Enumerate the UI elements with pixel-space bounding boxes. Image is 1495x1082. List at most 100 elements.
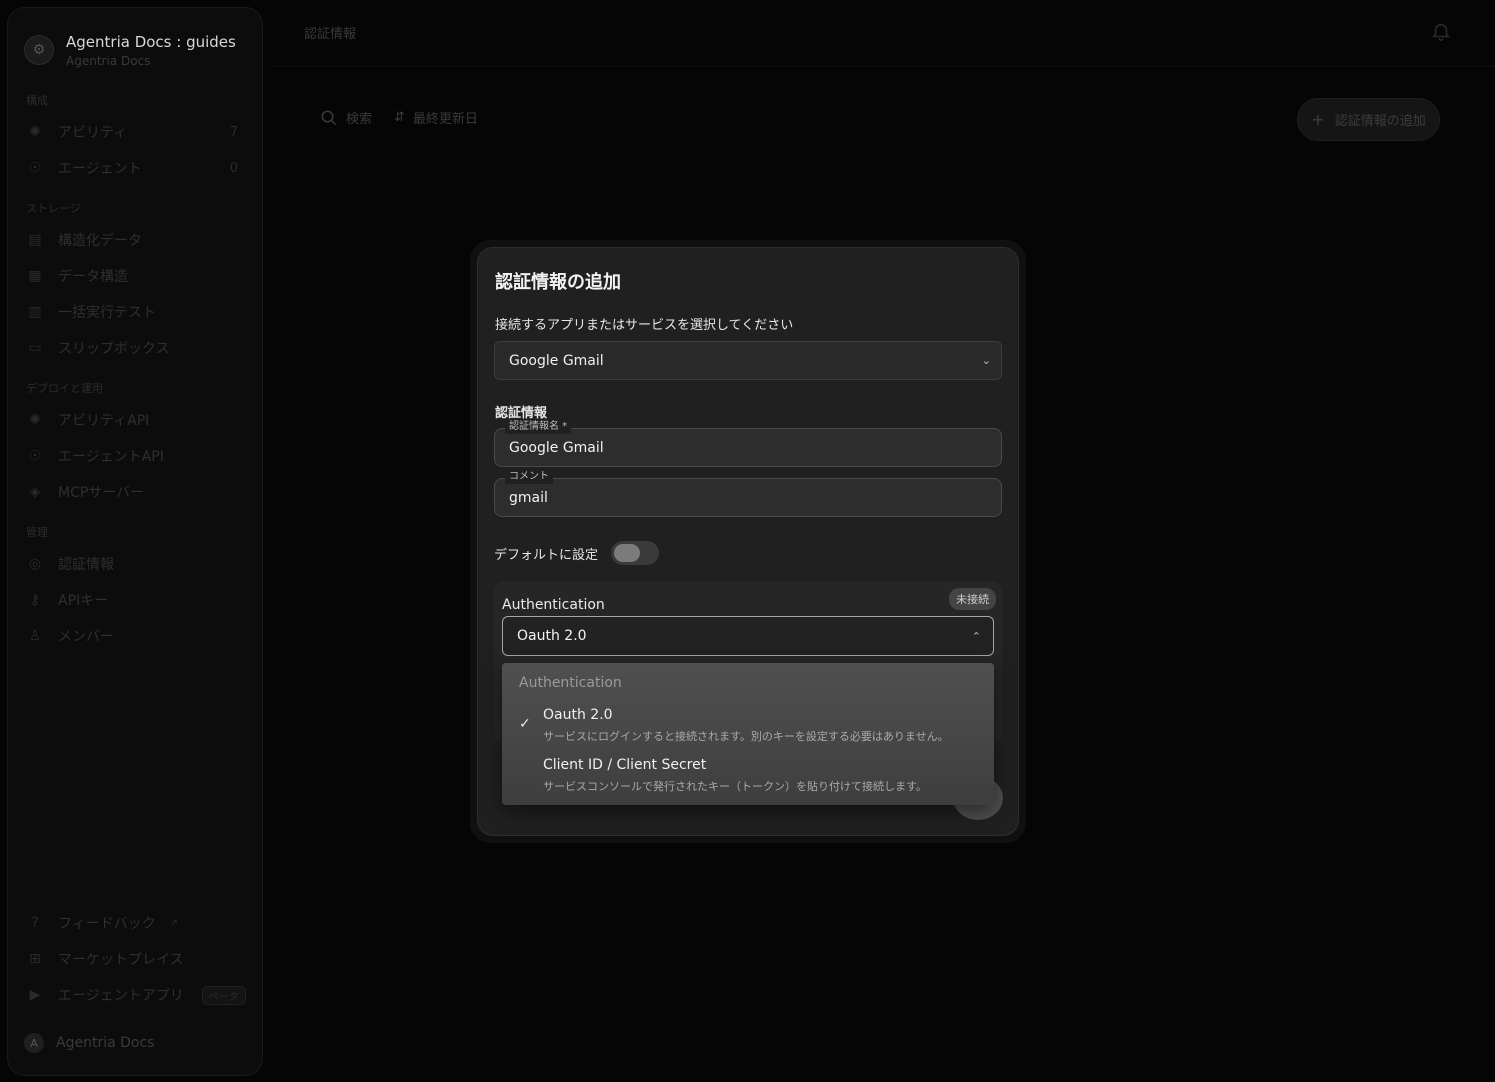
section-build: 構成	[26, 94, 48, 107]
sidebar-item-label: 認証情報	[58, 557, 114, 573]
dropdown-header: Authentication	[519, 675, 622, 691]
agent-icon: ☉	[28, 160, 42, 176]
sidebar-item-label: アビリティAPI	[58, 413, 150, 429]
check-icon: ✓	[519, 716, 531, 732]
sidebar-item-label: APIキー	[58, 593, 109, 609]
option-client-secret[interactable]: Client ID / Client Secret サービスコンソールで発行され…	[502, 751, 994, 797]
sidebar-item-agent-api[interactable]: ☉ エージェントAPI	[24, 438, 246, 474]
sidebar-item-label: MCPサーバー	[58, 485, 145, 501]
sidebar-item-label: マーケットプレイス	[58, 952, 184, 968]
sidebar-item-ability-api[interactable]: ✺ アビリティAPI	[24, 402, 246, 438]
sort-icon: ⇵	[394, 110, 405, 125]
ability-count: 7	[229, 124, 238, 140]
sidebar-item-api-keys[interactable]: ⚷ APIキー	[24, 582, 246, 618]
sidebar-item-agent[interactable]: ☉ エージェント 0	[24, 150, 246, 186]
chevron-down-icon: ⌄	[981, 354, 991, 367]
search-label: 検索	[346, 112, 373, 127]
workspace-logo-icon: ⚙	[24, 35, 54, 65]
search-button[interactable]: 検索	[320, 108, 372, 127]
store-icon: ⊞	[29, 951, 41, 967]
sidebar-item-members[interactable]: ♙ メンバー	[24, 618, 246, 654]
workspace-title: Agentria Docs : guides	[66, 32, 236, 51]
sidebar-item-label: スリップボックス	[58, 341, 170, 357]
credentials-section-title: 認証情報	[495, 406, 548, 421]
option-oauth2[interactable]: ✓ Oauth 2.0 サービスにログインすると接続されます。別のキーを設定する…	[502, 701, 994, 747]
header-divider	[272, 66, 1495, 67]
batch-test-icon: ▥	[28, 304, 42, 320]
comment-value: gmail	[509, 489, 548, 506]
user-icon: ♙	[28, 628, 42, 644]
beta-badge: ベータ	[201, 985, 246, 1005]
option-title: Client ID / Client Secret	[543, 757, 707, 773]
sidebar-item-slipbox[interactable]: ▭ スリップボックス	[24, 330, 246, 366]
service-select[interactable]: Google Gmail ⌄	[494, 341, 1002, 380]
comment-label: コメント	[505, 470, 553, 484]
credential-name-label: 認証情報名 *	[505, 420, 572, 434]
section-storage: ストレージ	[26, 202, 81, 215]
authentication-select-value: Oauth 2.0	[517, 628, 587, 644]
option-description: サービスにログインすると接続されます。別のキーを設定する必要はありません。	[543, 730, 949, 743]
service-prompt: 接続するアプリまたはサービスを選択してください	[495, 318, 794, 333]
key-icon: ⚷	[29, 592, 41, 608]
comment-field[interactable]: コメント gmail	[494, 470, 1002, 517]
mcp-icon: ◈	[29, 484, 41, 500]
option-description: サービスコンソールで発行されたキー（トークン）を貼り付けて接続します。	[543, 780, 927, 793]
authentication-select[interactable]: Oauth 2.0 ⌃	[502, 616, 994, 656]
add-credential-button[interactable]: + 認証情報の追加	[1297, 98, 1440, 141]
option-title: Oauth 2.0	[543, 707, 613, 723]
sidebar-item-label: エージェントAPI	[58, 449, 164, 465]
account-menu[interactable]: A Agentria Docs	[24, 1033, 246, 1053]
database-icon: ▤	[28, 232, 42, 248]
play-icon: ▶	[29, 987, 41, 1003]
sidebar-item-credentials[interactable]: ◎ 認証情報	[24, 546, 246, 582]
sidebar-item-label: データ構造	[58, 269, 128, 285]
ability-icon: ✺	[29, 124, 41, 140]
status-badge: 未接続	[949, 588, 996, 610]
sidebar-item-ability[interactable]: ✺ アビリティ 7	[24, 114, 246, 150]
authentication-dropdown: Authentication ✓ Oauth 2.0 サービスにログインすると接…	[502, 663, 994, 805]
sidebar-item-marketplace[interactable]: ⊞ マーケットプレイス	[24, 941, 246, 977]
credential-name-field[interactable]: 認証情報名 * Google Gmail	[494, 420, 1002, 467]
sidebar-item-feedback[interactable]: ? フィードバック ↗	[24, 905, 246, 941]
sidebar-item-label: 一括実行テスト	[58, 305, 156, 321]
sort-label: 最終更新日	[412, 112, 478, 127]
service-select-value: Google Gmail	[509, 352, 604, 369]
credential-icon: ◎	[28, 556, 42, 572]
slipbox-icon: ▭	[28, 340, 42, 356]
sidebar-item-data-schema[interactable]: ▦ データ構造	[24, 258, 246, 294]
workspace-subtitle: Agentria Docs	[66, 53, 151, 68]
sidebar-item-label: エージェントアプリ	[58, 988, 184, 1004]
sidebar-item-label: フィードバック	[58, 916, 156, 932]
sort-button[interactable]: ⇵ 最終更新日	[394, 108, 478, 127]
sidebar-item-structured-data[interactable]: ▤ 構造化データ	[24, 222, 246, 258]
section-deploy: デプロイと運用	[26, 382, 103, 395]
ability-api-icon: ✺	[29, 412, 41, 428]
default-toggle-row: デフォルトに設定	[494, 541, 660, 565]
avatar: A	[24, 1033, 44, 1053]
default-toggle[interactable]	[611, 541, 660, 565]
plus-icon: +	[1311, 110, 1325, 129]
sidebar-item-label: エージェント	[58, 161, 142, 177]
dialog-title: 認証情報の追加	[495, 272, 621, 293]
toolbar: 検索 ⇵ 最終更新日	[320, 108, 478, 127]
agent-count: 0	[229, 160, 238, 176]
section-manage: 管理	[26, 526, 48, 539]
sidebar-item-agent-app[interactable]: ▶ エージェントアプリ ベータ	[24, 977, 246, 1013]
bell-icon[interactable]	[1430, 20, 1452, 42]
sidebar-item-mcp[interactable]: ◈ MCPサーバー	[24, 474, 246, 510]
help-icon: ?	[31, 915, 39, 931]
sidebar-item-label: メンバー	[58, 629, 114, 645]
external-link-icon: ↗	[169, 917, 179, 929]
default-toggle-label: デフォルトに設定	[494, 547, 599, 563]
toggle-knob	[614, 544, 641, 562]
chevron-up-icon: ⌃	[971, 630, 981, 643]
sidebar-item-label: 構造化データ	[58, 233, 142, 249]
workspace-switcher[interactable]: ⚙ Agentria Docs : guides Agentria Docs	[24, 22, 246, 78]
add-credential-label: 認証情報の追加	[1334, 114, 1426, 129]
sidebar-item-batch-test[interactable]: ▥ 一括実行テスト	[24, 294, 246, 330]
breadcrumb: 認証情報	[304, 27, 357, 42]
authentication-title: Authentication	[502, 597, 605, 613]
credential-name-value: Google Gmail	[509, 439, 604, 456]
agent-api-icon: ☉	[28, 448, 42, 464]
account-name: Agentria Docs	[56, 1035, 155, 1051]
